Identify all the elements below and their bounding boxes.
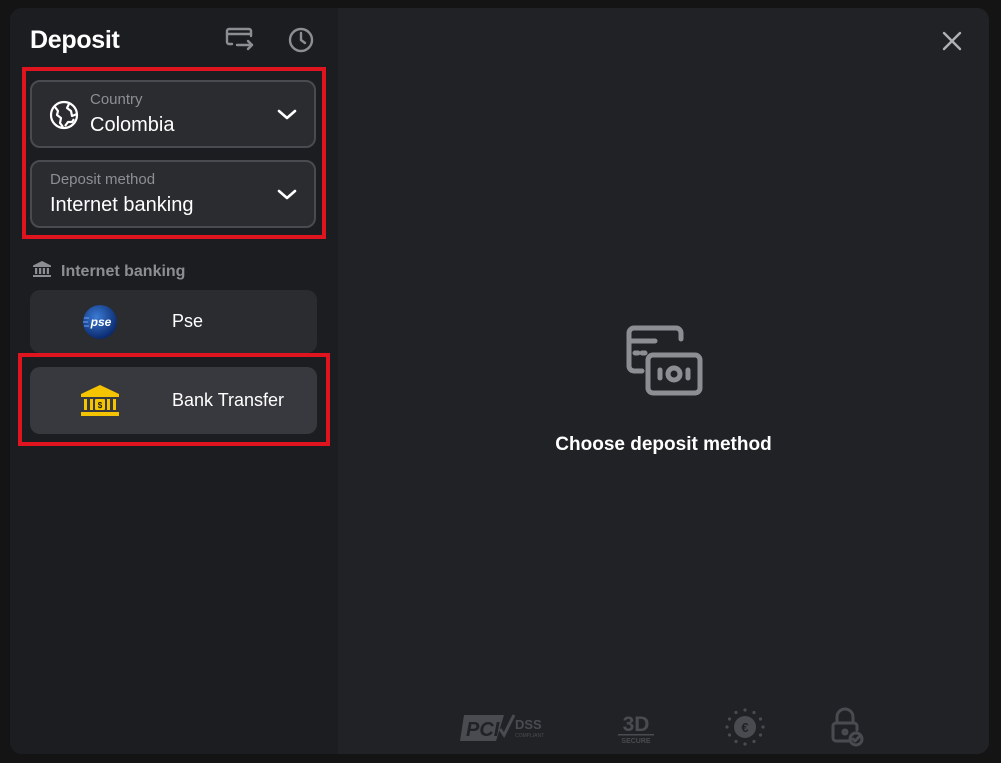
pci-dss-icon: PCI DSS COMPLIANT bbox=[460, 706, 550, 748]
section-label: Internet banking bbox=[32, 260, 185, 283]
card-transfer-icon[interactable] bbox=[224, 26, 256, 54]
highlight-frame-selects bbox=[22, 67, 326, 239]
euro-text: € bbox=[741, 720, 748, 735]
deposit-sidebar: Deposit Country Colombia Deposit method … bbox=[10, 8, 338, 754]
3d-secure-icon: 3D SECURE bbox=[614, 706, 658, 748]
secure-text: SECURE bbox=[621, 738, 651, 745]
highlight-frame-bank-transfer bbox=[18, 353, 330, 446]
method-pse[interactable]: pse Pse bbox=[30, 290, 317, 353]
svg-text:pse: pse bbox=[90, 315, 112, 329]
method-pse-label: Pse bbox=[172, 311, 204, 331]
bank-icon bbox=[32, 260, 52, 283]
deposit-modal: Deposit Country Colombia Deposit method … bbox=[10, 8, 989, 754]
empty-state-text: Choose deposit method bbox=[555, 434, 772, 455]
close-icon[interactable] bbox=[941, 30, 963, 52]
clock-icon[interactable] bbox=[285, 26, 317, 54]
dss-text: DSS bbox=[515, 717, 542, 732]
compliant-text: COMPLIANT bbox=[515, 733, 544, 739]
pci-text: PCI bbox=[466, 719, 500, 741]
deposit-main-panel: Choose deposit method PCI DSS COMPLIANT … bbox=[338, 8, 989, 754]
euro-stars-icon: € bbox=[724, 706, 766, 748]
security-badges: PCI DSS COMPLIANT 3D SECURE € bbox=[460, 706, 880, 748]
pse-logo: pse bbox=[30, 290, 170, 353]
3d-text: 3D bbox=[623, 713, 650, 736]
card-cash-icon bbox=[626, 325, 704, 397]
section-label-text: Internet banking bbox=[61, 262, 186, 280]
page-title: Deposit bbox=[30, 26, 120, 54]
lock-check-icon bbox=[830, 706, 864, 748]
